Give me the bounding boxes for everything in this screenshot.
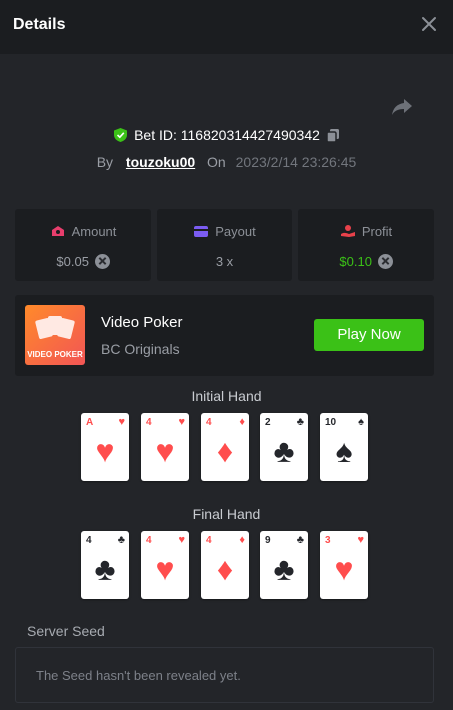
card-suit-icon: ♥ xyxy=(357,534,364,546)
bet-id-row: Bet ID: 116820314427490342 xyxy=(0,127,453,146)
card-suit-icon: ♦ xyxy=(216,551,234,587)
thumb-card xyxy=(56,317,76,340)
card-rank: 4 xyxy=(146,535,152,546)
playing-card: 4 ♣ ♣ xyxy=(81,531,129,599)
playing-card: 4 ♦ ♦ xyxy=(201,413,249,481)
thumb-label: VIDEO POKER xyxy=(27,350,83,359)
card-suit-icon: ♣ xyxy=(296,416,304,428)
game-provider: BC Originals xyxy=(101,341,180,357)
payout-icon xyxy=(194,226,209,237)
payout-label: Payout xyxy=(215,224,256,239)
card-suit-icon: ♠ xyxy=(335,433,353,469)
card-suit-icon: ♣ xyxy=(296,534,304,546)
currency-coin-icon xyxy=(377,254,393,269)
server-seed-message: The Seed hasn't been revealed yet. xyxy=(36,668,241,683)
payout-value: 3 x xyxy=(215,254,234,269)
server-seed-field: The Seed hasn't been revealed yet. xyxy=(15,647,434,703)
close-icon[interactable] xyxy=(419,14,439,34)
by-label: By xyxy=(96,154,114,170)
share-icon[interactable] xyxy=(390,97,414,117)
game-name: Video Poker xyxy=(101,314,183,331)
card-suit-icon: ♣ xyxy=(117,534,125,546)
playing-card: 9 ♣ ♣ xyxy=(260,531,308,599)
final-hand-title: Final Hand xyxy=(192,506,261,522)
card-rank: 4 xyxy=(206,535,212,546)
playing-card: 3 ♥ ♥ xyxy=(320,531,368,599)
amount-icon xyxy=(51,226,64,236)
server-seed-label: Server Seed xyxy=(27,623,105,639)
card-suit-icon: ♥ xyxy=(178,534,185,546)
playing-card: 10 ♠ ♠ xyxy=(320,413,368,481)
card-rank: 10 xyxy=(325,417,337,428)
profit-icon xyxy=(340,225,355,237)
amount-label: Amount xyxy=(71,224,117,239)
initial-hand-title: Initial Hand xyxy=(191,388,262,404)
bet-date: 2023/2/14 23:26:45 xyxy=(235,154,357,170)
card-rank: A xyxy=(86,417,94,428)
username-link[interactable]: touzoku00 xyxy=(126,154,195,170)
profit-value: $0.10 xyxy=(339,254,372,269)
playing-card: A ♥ ♥ xyxy=(81,413,129,481)
amount-value: $0.05 xyxy=(56,254,89,269)
amount-stat: Amount $0.05 xyxy=(15,209,151,281)
card-suit-icon: ♥ xyxy=(155,551,175,587)
card-suit-icon: ♥ xyxy=(334,551,354,587)
playing-card: 2 ♣ ♣ xyxy=(260,413,308,481)
card-rank: 4 xyxy=(86,535,92,546)
payout-stat: Payout 3 x xyxy=(157,209,292,281)
card-rank: 9 xyxy=(265,535,271,546)
card-suit-icon: ♦ xyxy=(239,534,245,546)
play-now-button[interactable]: Play Now xyxy=(314,319,424,351)
card-rank: 4 xyxy=(206,417,212,428)
card-suit-icon: ♥ xyxy=(155,433,175,469)
game-card: VIDEO POKER Video Poker BC Originals Pla… xyxy=(15,295,434,376)
details-header: Details xyxy=(0,0,453,54)
card-suit-icon: ♣ xyxy=(94,551,116,587)
playing-card: 4 ♥ ♥ xyxy=(141,531,189,599)
card-rank: 2 xyxy=(265,417,271,428)
profit-label: Profit xyxy=(361,224,393,239)
card-suit-icon: ♥ xyxy=(178,416,185,428)
playing-card: 4 ♥ ♥ xyxy=(141,413,189,481)
bet-meta-row: By touzoku00 On 2023/2/14 23:26:45 xyxy=(0,154,453,170)
currency-coin-icon xyxy=(94,254,110,269)
playing-card: 4 ♦ ♦ xyxy=(201,531,249,599)
card-suit-icon: ♦ xyxy=(216,433,234,469)
game-thumbnail[interactable]: VIDEO POKER xyxy=(25,305,85,365)
verified-shield-icon xyxy=(113,127,128,146)
card-suit-icon: ♠ xyxy=(358,416,364,428)
page-title: Details xyxy=(13,16,66,33)
card-rank: 3 xyxy=(325,535,331,546)
copy-icon[interactable] xyxy=(326,128,340,146)
card-rank: 4 xyxy=(146,417,152,428)
card-suit-icon: ♥ xyxy=(95,433,115,469)
card-suit-icon: ♥ xyxy=(118,416,125,428)
bet-id-text: Bet ID: 116820314427490342 xyxy=(134,127,320,143)
on-label: On xyxy=(207,154,226,170)
card-suit-icon: ♣ xyxy=(273,551,295,587)
card-suit-icon: ♣ xyxy=(273,433,295,469)
card-suit-icon: ♦ xyxy=(239,416,245,428)
profit-stat: Profit $0.10 xyxy=(298,209,434,281)
